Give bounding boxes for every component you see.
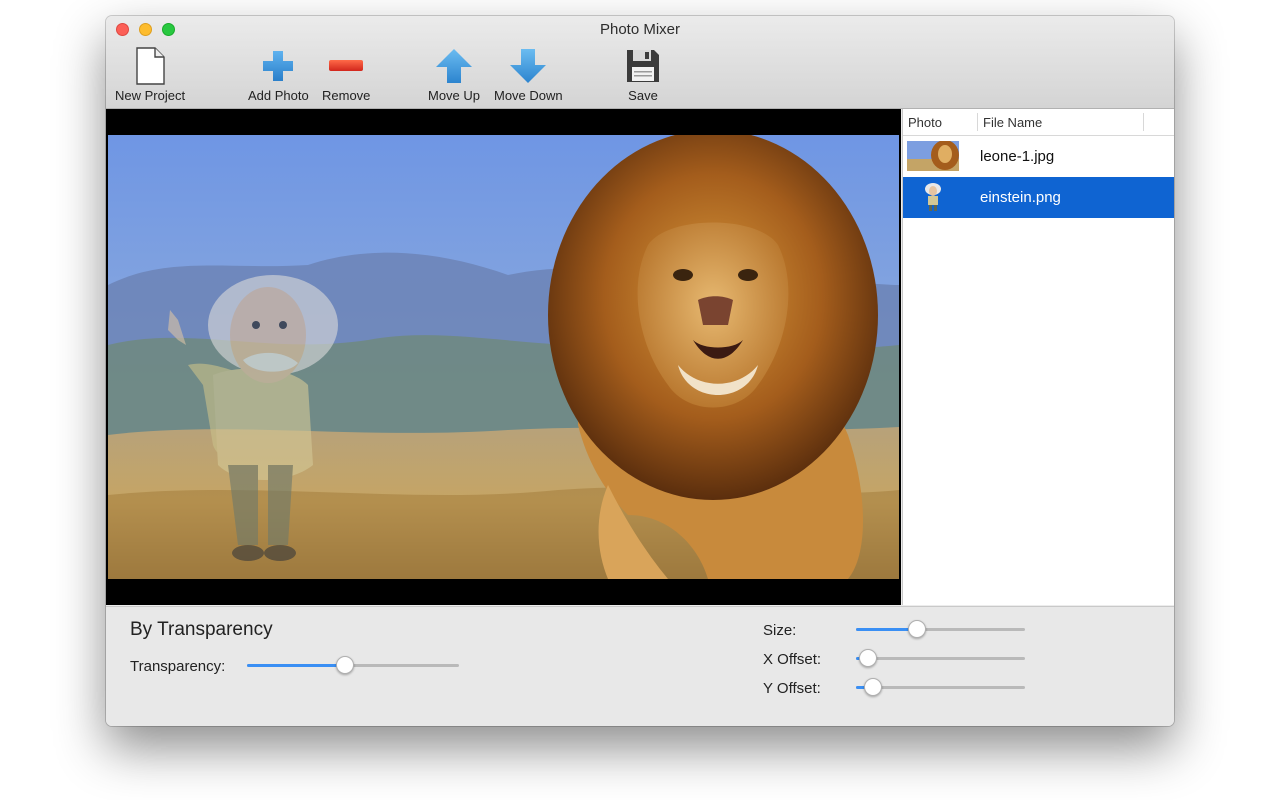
table-row[interactable]: leone-1.jpg: [903, 136, 1174, 177]
photo-list-table[interactable]: Photo File Name leone-1.jpg einstein.png: [902, 109, 1174, 605]
remove-label: Remove: [322, 88, 371, 103]
document-icon: [130, 46, 170, 86]
arrow-up-icon: [434, 46, 474, 86]
mode-title: By Transparency: [130, 619, 273, 640]
column-header-photo[interactable]: Photo: [908, 115, 942, 130]
x-offset-label: X Offset:: [763, 651, 822, 668]
size-label: Size:: [763, 622, 797, 639]
save-button[interactable]: Save: [623, 46, 663, 103]
column-divider: [1143, 113, 1144, 131]
column-header-file-name[interactable]: File Name: [983, 115, 1042, 130]
file-name-cell: einstein.png: [980, 189, 1061, 206]
add-photo-button[interactable]: Add Photo: [248, 46, 309, 103]
column-divider: [977, 113, 978, 131]
move-up-label: Move Up: [428, 88, 481, 103]
table-row-selected[interactable]: einstein.png: [903, 177, 1174, 218]
slider-knob[interactable]: [907, 620, 926, 638]
move-down-button[interactable]: Move Down: [494, 46, 563, 103]
file-name-cell: leone-1.jpg: [980, 148, 1055, 165]
composite-preview-image: [108, 135, 899, 579]
transparency-slider[interactable]: [247, 655, 459, 675]
lion-thumbnail: [907, 140, 959, 171]
y-offset-slider[interactable]: [856, 677, 1025, 697]
save-label: Save: [628, 88, 658, 103]
window-title: Photo Mixer: [599, 21, 681, 38]
slider-knob[interactable]: [863, 678, 882, 696]
minus-icon: [326, 46, 366, 86]
slider-knob[interactable]: [335, 656, 354, 674]
floppy-disk-icon: [623, 46, 663, 86]
titlebar-toolbar: Photo Mixer New Project Add Photo Remove…: [106, 16, 1174, 109]
arrow-down-icon: [508, 46, 548, 86]
move-up-button[interactable]: Move Up: [428, 46, 480, 103]
add-photo-label: Add Photo: [248, 88, 309, 103]
remove-button[interactable]: Remove: [322, 46, 370, 103]
app-window: Photo Mixer New Project Add Photo Remove…: [106, 16, 1174, 726]
slider-knob[interactable]: [858, 649, 877, 667]
table-header: Photo File Name: [903, 109, 1174, 136]
new-project-button[interactable]: New Project: [115, 46, 185, 103]
x-offset-slider[interactable]: [856, 648, 1025, 668]
transparency-label: Transparency:: [130, 658, 226, 675]
photo-canvas[interactable]: [106, 109, 901, 605]
size-slider[interactable]: [856, 619, 1025, 639]
y-offset-label: Y Offset:: [763, 680, 821, 697]
einstein-thumbnail: [907, 182, 959, 212]
new-project-label: New Project: [115, 88, 186, 103]
adjustment-panel: By Transparency Transparency: Size: X Of…: [106, 606, 1174, 726]
plus-icon: [258, 46, 298, 86]
move-down-label: Move Down: [494, 88, 563, 103]
